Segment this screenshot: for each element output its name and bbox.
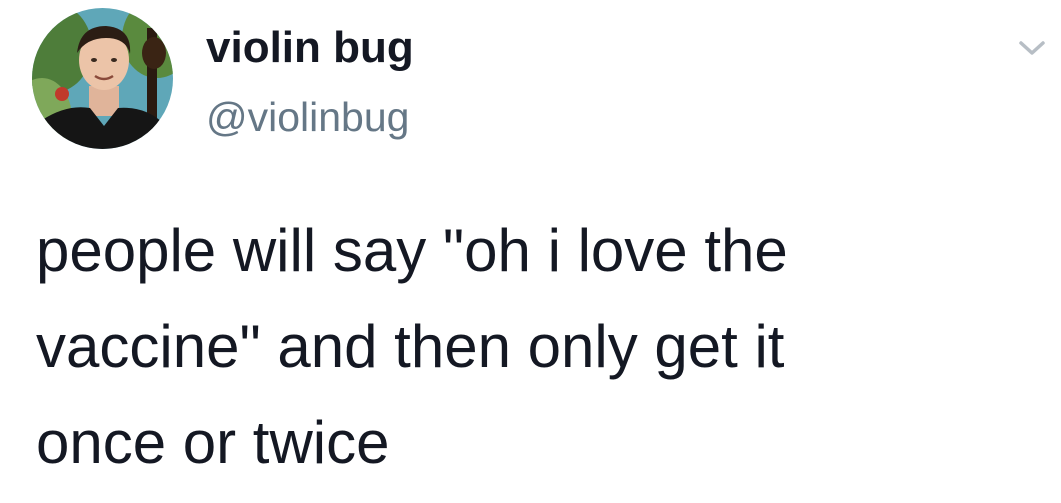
tweet-menu-button[interactable] — [1016, 36, 1048, 60]
display-name[interactable]: violin bug — [206, 26, 414, 70]
profile-photo-icon — [32, 8, 173, 149]
chevron-down-icon — [1019, 41, 1045, 55]
tweet-text: people will say "oh i love the vaccine" … — [36, 203, 1036, 491]
avatar[interactable] — [32, 8, 173, 149]
username-handle[interactable]: @violinbug — [206, 97, 409, 138]
tweet-text-line: people will say "oh i love the — [36, 217, 788, 284]
tweet-card: violin bug @violinbug people will say "o… — [0, 0, 1061, 503]
tweet-text-line: once or twice — [36, 409, 390, 476]
tweet-text-line: vaccine" and then only get it — [36, 313, 785, 380]
